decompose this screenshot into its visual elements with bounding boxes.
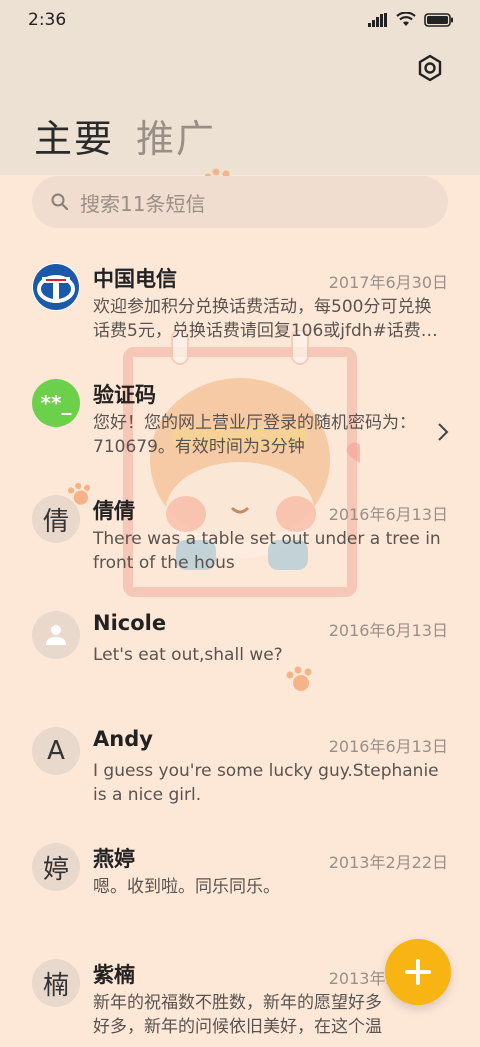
conversation-preview: 您好！您的网上营业厅登录的随机密码为：710679。有效时间为3分钟 (93, 413, 416, 457)
signal-icon (368, 12, 388, 31)
avatar-badge-text: **_ (40, 391, 72, 415)
conversation-preview: 嗯。收到啦。同乐同乐。 (93, 877, 280, 897)
avatar (32, 263, 80, 311)
search-bar[interactable]: 搜索11条短信 (32, 176, 448, 228)
avatar-letter: 婷 (42, 854, 69, 885)
conversation-preview: I guess you're some lucky guy.Stephanie … (93, 761, 439, 805)
conversation-name: 燕婷 (93, 847, 135, 871)
search-icon (51, 193, 69, 211)
battery-icon (424, 12, 454, 31)
avatar (32, 611, 80, 659)
paw-decoration-icon (286, 666, 312, 691)
conversation-date: 2016年6月13日 (328, 737, 448, 756)
new-message-button[interactable] (385, 939, 451, 1005)
conversation-row[interactable]: 婷 燕婷 2013年2月22日 嗯。收到啦。同乐同乐。 (0, 815, 480, 931)
status-time: 2:36 (28, 10, 67, 30)
avatar: A (32, 727, 80, 775)
category-tabs: 主要 推广 (34, 108, 216, 163)
conversation-list: 中国电信 2017年6月30日 欢迎参加积分兑换话费活动，每500分可兑换话费5… (0, 235, 480, 1047)
conversation-row[interactable]: 中国电信 2017年6月30日 欢迎参加积分兑换话费活动，每500分可兑换话费5… (0, 235, 480, 351)
conversation-date: 2016年6月13日 (328, 505, 448, 524)
conversation-preview: Let's eat out,shall we? (93, 645, 283, 665)
conversation-date: 2017年6月30日 (328, 273, 448, 292)
conversation-name: 紫楠 (93, 963, 135, 987)
conversation-name: Andy (93, 727, 153, 751)
conversation-preview: 新年的祝福数不胜数，新年的愿望好多好多，新年的问候依旧美好，在这个温馨的时刻 (93, 993, 382, 1037)
conversation-preview: 欢迎参加积分兑换话费活动，每500分可兑换话费5元，兑换话费请回复106或jfd… (93, 297, 438, 341)
settings-button[interactable] (416, 54, 444, 82)
settings-gear-icon (418, 54, 442, 82)
person-icon (46, 625, 66, 645)
conversation-name: Nicole (93, 611, 167, 635)
paw-decoration-icon (68, 482, 91, 505)
conversation-date: 2013年2月22日 (328, 853, 448, 872)
avatar: 婷 (32, 843, 80, 891)
plus-icon (405, 959, 431, 985)
conversation-row[interactable]: A Andy 2016年6月13日 I guess you're some lu… (0, 699, 480, 815)
avatar-letter: A (47, 736, 65, 766)
avatar: **_ (32, 379, 80, 427)
avatar-letter: 楠 (42, 970, 69, 1001)
conversation-row[interactable]: Nicole 2016年6月13日 Let's eat out,shall we… (0, 583, 480, 699)
conversation-preview: There was a table set out under a tree i… (93, 529, 441, 573)
conversation-name: 中国电信 (93, 267, 177, 291)
conversation-row[interactable]: **_ 验证码 您好！您的网上营业厅登录的随机密码为：710679。有效时间为3… (0, 351, 480, 467)
conversation-name: 验证码 (93, 383, 156, 407)
conversation-name: 倩倩 (93, 499, 135, 523)
conversation-date: 2016年6月13日 (328, 621, 448, 640)
status-bar: 2:36 (0, 0, 480, 40)
wifi-icon (396, 11, 416, 31)
tab-promotions[interactable]: 推广 (136, 108, 216, 163)
avatar: 楠 (32, 959, 80, 1007)
search-placeholder: 搜索11条短信 (80, 191, 206, 216)
china-telecom-logo-icon (33, 264, 79, 310)
tab-main[interactable]: 主要 (34, 108, 114, 163)
chevron-right-icon[interactable] (436, 421, 450, 443)
